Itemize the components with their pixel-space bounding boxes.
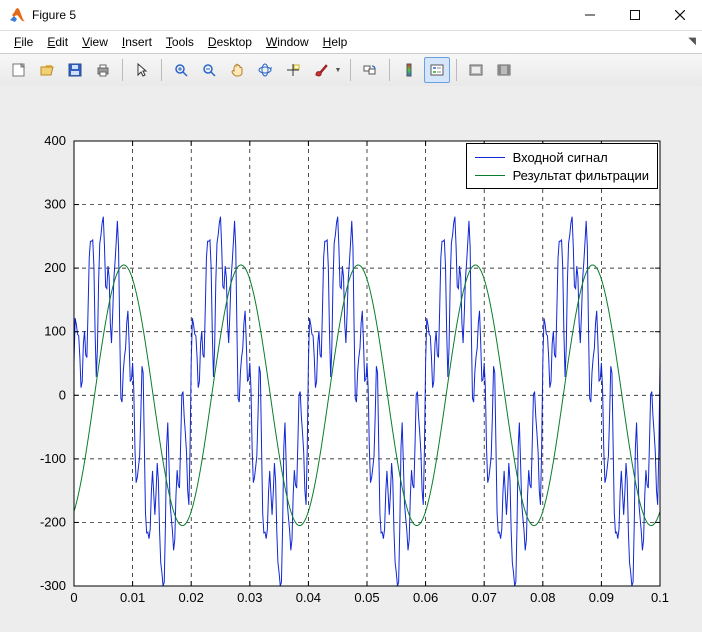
svg-text:-200: -200	[40, 514, 66, 529]
minimize-button[interactable]	[567, 0, 612, 30]
legend-swatch	[475, 157, 505, 158]
svg-text:0.04: 0.04	[296, 590, 321, 605]
toolbar-separator	[350, 59, 351, 81]
svg-text:0.09: 0.09	[589, 590, 614, 605]
svg-text:-100: -100	[40, 451, 66, 466]
print-button[interactable]	[90, 57, 116, 83]
svg-text:400: 400	[44, 133, 66, 148]
menu-desktop[interactable]: Desktop	[208, 35, 252, 49]
rotate-button[interactable]	[252, 57, 278, 83]
svg-text:0.1: 0.1	[651, 590, 669, 605]
legend-entry[interactable]: Входной сигнал	[475, 148, 649, 166]
menu-tools[interactable]: Tools	[166, 35, 194, 49]
show-plot-tools-button[interactable]	[491, 57, 517, 83]
pan-button[interactable]	[224, 57, 250, 83]
maximize-button[interactable]	[612, 0, 657, 30]
axes[interactable]: 0 0.01 0.02 0.03 0.04 0.05 0.06 0.07 0.08 0.09 0.1…	[0, 86, 702, 632]
menubar: File Edit View Insert Tools Desktop Wind…	[0, 31, 702, 53]
svg-text:0.03: 0.03	[237, 590, 262, 605]
menu-help[interactable]: Help	[323, 35, 348, 49]
matlab-icon	[8, 6, 26, 24]
figure-body: 0 0.01 0.02 0.03 0.04 0.05 0.06 0.07 0.08 0.09 0.1…	[0, 86, 702, 632]
svg-text:300: 300	[44, 197, 66, 212]
pointer-button[interactable]	[129, 57, 155, 83]
menu-edit[interactable]: Edit	[47, 35, 68, 49]
close-button[interactable]	[657, 0, 702, 30]
brush-button[interactable]: ▼	[308, 57, 344, 83]
hide-plot-tools-button[interactable]	[463, 57, 489, 83]
chevron-down-icon[interactable]: ▼	[333, 58, 343, 82]
legend[interactable]: Входной сигнал Результат фильтрации	[466, 143, 658, 189]
toolbar-separator	[389, 59, 390, 81]
svg-text:0.01: 0.01	[120, 590, 145, 605]
menu-insert[interactable]: Insert	[122, 35, 152, 49]
toolbar-separator	[122, 59, 123, 81]
svg-text:100: 100	[44, 324, 66, 339]
menu-overflow-icon[interactable]: ◥	[688, 36, 696, 47]
zoom-out-button[interactable]	[196, 57, 222, 83]
svg-text:0.07: 0.07	[472, 590, 497, 605]
svg-text:0: 0	[59, 387, 66, 402]
zoom-in-button[interactable]	[168, 57, 194, 83]
toolbar: ▼	[0, 53, 702, 87]
window-title: Figure 5	[32, 8, 76, 22]
svg-text:-300: -300	[40, 578, 66, 593]
legend-label: Входной сигнал	[513, 150, 608, 165]
link-plots-button[interactable]	[357, 57, 383, 83]
data-cursor-button[interactable]	[280, 57, 306, 83]
new-figure-button[interactable]	[6, 57, 32, 83]
svg-text:0.08: 0.08	[530, 590, 555, 605]
titlebar: Figure 5	[0, 0, 702, 31]
legend-entry[interactable]: Результат фильтрации	[475, 166, 649, 184]
svg-text:200: 200	[44, 260, 66, 275]
svg-text:0.05: 0.05	[354, 590, 379, 605]
brush-icon	[309, 58, 333, 82]
insert-colorbar-button[interactable]	[396, 57, 422, 83]
legend-swatch	[475, 175, 505, 176]
insert-legend-button[interactable]	[424, 57, 450, 83]
open-button[interactable]	[34, 57, 60, 83]
toolbar-separator	[456, 59, 457, 81]
toolbar-separator	[161, 59, 162, 81]
menu-file[interactable]: File	[14, 35, 33, 49]
legend-label: Результат фильтрации	[513, 168, 649, 183]
menu-view[interactable]: View	[82, 35, 108, 49]
svg-text:0.02: 0.02	[179, 590, 204, 605]
menu-window[interactable]: Window	[266, 35, 309, 49]
svg-text:0: 0	[70, 590, 77, 605]
svg-text:0.06: 0.06	[413, 590, 438, 605]
save-button[interactable]	[62, 57, 88, 83]
